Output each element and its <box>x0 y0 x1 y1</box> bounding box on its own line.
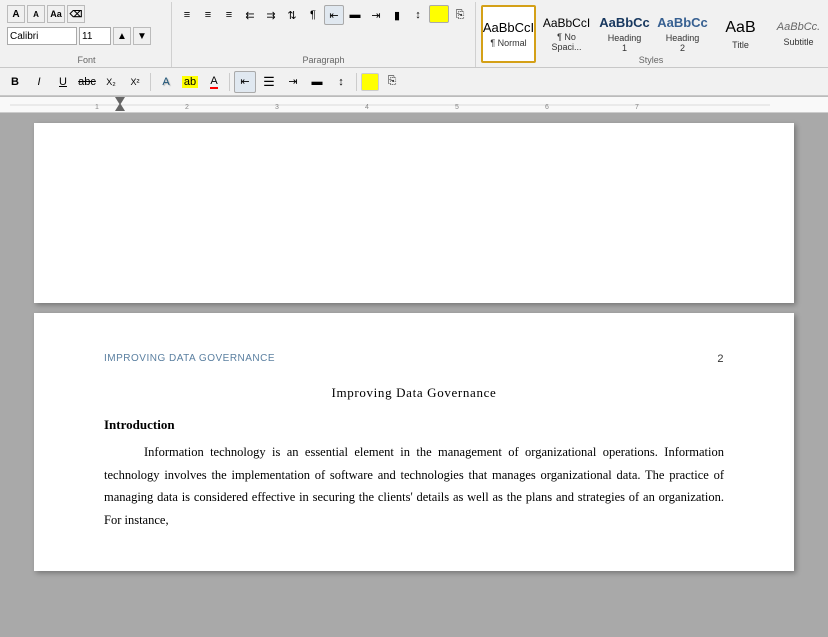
font-section: A A Aa ⌫ ▲ ▼ Font <box>2 2 172 67</box>
page-number: 2 <box>717 353 724 365</box>
pilcrow-btn[interactable]: ¶ <box>303 5 323 25</box>
bold-btn[interactable]: B <box>4 71 26 93</box>
justify-btn[interactable]: ▮ <box>387 5 407 25</box>
toolbar: A A Aa ⌫ ▲ ▼ Font ≡ ≡ ≡ ⇇ ⇉ ⇅ <box>0 0 828 97</box>
paragraph-section: ≡ ≡ ≡ ⇇ ⇉ ⇅ ¶ ⇤ ▬ ⇥ ▮ ↕ ⎘ Paragraph <box>172 2 476 67</box>
style-subtitle-preview: AaBbCc. <box>777 21 820 34</box>
multilevel-btn[interactable]: ≡ <box>219 5 239 25</box>
style-title-preview: AaB <box>725 18 755 37</box>
underline-btn[interactable]: U <box>52 71 74 93</box>
style-title-label: Title <box>732 40 749 50</box>
justify-btn2[interactable]: ▬ <box>306 71 328 93</box>
style-normal-preview: AaBbCcI <box>483 20 534 36</box>
font-grow-btn[interactable]: A <box>7 5 25 23</box>
document-area: IMPROVING DATA GOVERNANCE 2 Improving Da… <box>0 113 828 637</box>
font-name-input[interactable] <box>7 27 77 45</box>
bullets-btn[interactable]: ≡ <box>177 5 197 25</box>
superscript-btn[interactable]: X² <box>124 71 146 93</box>
style-subtitle-label: Subtitle <box>783 37 813 47</box>
align-center-btn[interactable]: ▬ <box>345 5 365 25</box>
divider1 <box>150 73 151 91</box>
formatting-toolbar: B I U abc X₂ X² A ab A ⇤ ☰ ⇥ ▬ ↕ ⎘ <box>0 68 828 96</box>
font-color-btn[interactable]: A <box>203 71 225 93</box>
svg-text:5: 5 <box>455 104 459 111</box>
line-spacing-btn[interactable]: ↕ <box>408 5 428 25</box>
svg-text:1: 1 <box>95 104 99 111</box>
font-size-dec-btn[interactable]: ▼ <box>133 27 151 45</box>
introduction-heading: Introduction <box>104 417 724 433</box>
align-center-btn2[interactable]: ☰ <box>258 71 280 93</box>
style-nospace-label: ¶ No Spaci... <box>546 32 587 52</box>
svg-text:7: 7 <box>635 104 639 111</box>
clear-format-btn[interactable]: ⌫ <box>67 5 85 23</box>
ruler: 1 2 3 4 5 6 7 <box>0 97 828 113</box>
style-nospace-preview: AaBbCcI <box>543 16 590 30</box>
font-section-label: Font <box>2 55 171 65</box>
ribbon: A A Aa ⌫ ▲ ▼ Font ≡ ≡ ≡ ⇇ ⇉ ⇅ <box>0 0 828 68</box>
page-header: IMPROVING DATA GOVERNANCE 2 <box>104 353 724 365</box>
decrease-indent-btn[interactable]: ⇇ <box>240 5 260 25</box>
subscript-btn[interactable]: X₂ <box>100 71 122 93</box>
borders-btn2[interactable]: ⎘ <box>381 71 403 93</box>
align-left-btn2[interactable]: ⇤ <box>234 71 256 93</box>
svg-text:2: 2 <box>185 104 189 111</box>
page-1 <box>34 123 794 303</box>
styles-section-label: Styles <box>476 55 826 65</box>
styles-section: AaBbCcI ¶ Normal AaBbCcI ¶ No Spaci... A… <box>476 2 826 67</box>
style-h2-label: Heading 2 <box>662 33 703 53</box>
sort-btn[interactable]: ⇅ <box>282 5 302 25</box>
font-shrink-btn[interactable]: A <box>27 5 45 23</box>
style-h1-preview: AaBbCc <box>599 15 650 31</box>
align-left-btn[interactable]: ⇤ <box>324 5 344 25</box>
font-size-input[interactable] <box>79 27 111 45</box>
introduction-paragraph: Information technology is an essential e… <box>104 441 724 531</box>
document-title: Improving Data Governance <box>104 385 724 401</box>
text-highlight-btn[interactable]: ab <box>179 71 201 93</box>
align-right-btn[interactable]: ⇥ <box>366 5 386 25</box>
divider3 <box>356 73 357 91</box>
shading-btn[interactable] <box>429 5 449 23</box>
align-right-btn2[interactable]: ⇥ <box>282 71 304 93</box>
increase-indent-btn[interactable]: ⇉ <box>261 5 281 25</box>
style-h2-preview: AaBbCc <box>657 15 708 31</box>
style-h1-label: Heading 1 <box>604 33 645 53</box>
svg-text:3: 3 <box>275 104 279 111</box>
svg-text:6: 6 <box>545 104 549 111</box>
svg-text:4: 4 <box>365 104 369 111</box>
change-case-btn[interactable]: Aa <box>47 5 65 23</box>
page-header-title: IMPROVING DATA GOVERNANCE <box>104 353 275 364</box>
line-spacing-btn2[interactable]: ↕ <box>330 71 352 93</box>
text-effects-btn[interactable]: A <box>155 71 177 93</box>
italic-btn[interactable]: I <box>28 71 50 93</box>
font-size-inc-btn[interactable]: ▲ <box>113 27 131 45</box>
page-2: IMPROVING DATA GOVERNANCE 2 Improving Da… <box>34 313 794 571</box>
numbering-btn[interactable]: ≡ <box>198 5 218 25</box>
borders-btn[interactable]: ⎘ <box>450 5 470 25</box>
divider2 <box>229 73 230 91</box>
style-normal-label: ¶ Normal <box>490 38 526 48</box>
strikethrough-btn[interactable]: abc <box>76 71 98 93</box>
shading-btn2[interactable] <box>361 73 379 91</box>
paragraph-section-label: Paragraph <box>172 55 475 65</box>
